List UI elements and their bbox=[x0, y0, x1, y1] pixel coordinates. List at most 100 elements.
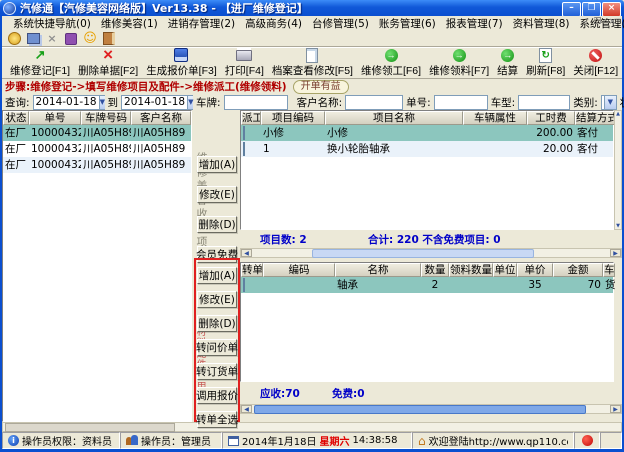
close-button[interactable]: × bbox=[602, 2, 621, 17]
pick-material-button[interactable]: 维修领料[F7] bbox=[425, 48, 493, 78]
part-add-button[interactable]: 增加(A) bbox=[197, 267, 237, 284]
chevron-down-icon[interactable]: ▼ bbox=[604, 96, 616, 109]
status-indicator bbox=[574, 432, 600, 449]
table-row[interactable]: 小修 小修 200.00 客付 bbox=[241, 125, 613, 141]
order-label: 单号: bbox=[406, 95, 431, 110]
status-welcome: 欢迎登陆http://www.qp110.com bbox=[412, 432, 574, 449]
col-part-code: 编码 bbox=[263, 263, 335, 277]
window-horizontal-scrollbar[interactable] bbox=[2, 422, 622, 432]
minimize-button[interactable]: – bbox=[562, 2, 581, 17]
status-datetime: 2014年1月18日 星期六 14:38:58 bbox=[222, 432, 412, 449]
mdi-window-controls[interactable]: – ❐ × bbox=[582, 17, 618, 27]
settle-button[interactable]: 结算 bbox=[493, 48, 522, 78]
scroll-thumb[interactable] bbox=[5, 423, 175, 432]
repair-register-button[interactable]: 维修登记[F1] bbox=[6, 48, 74, 78]
menu-item-business[interactable]: 高级商务(4) bbox=[240, 16, 307, 31]
scroll-right-icon[interactable]: ▶ bbox=[610, 405, 621, 413]
parts-header-row: 转单 编码 名称 数量 领料数量 单位 单价 金额 车 bbox=[241, 263, 613, 277]
delete-bill-button[interactable]: 删除单据[F2] bbox=[74, 48, 142, 78]
parts-horizontal-scrollbar[interactable]: ◀ ▶ bbox=[240, 404, 622, 414]
menu-item-repair[interactable]: 维修美容(1) bbox=[96, 16, 163, 31]
query-bar: 查询: 2014-01-18 ▼ 到 2014-01-18 ▼ 车牌: 客户名称… bbox=[2, 94, 622, 110]
step-text: 步骤:维修登记->填写维修项目及配件->维修派工(维修领料) bbox=[5, 79, 287, 94]
query-label: 查询: bbox=[5, 95, 30, 110]
parts-summary: 应收:70 免费:0 bbox=[240, 386, 614, 400]
delete-bill-icon bbox=[100, 48, 116, 62]
dispatch-checkbox[interactable] bbox=[243, 126, 245, 140]
archive-view-icon bbox=[304, 48, 320, 62]
items-horizontal-scrollbar[interactable]: ◀ ▶ bbox=[240, 248, 622, 258]
col-order-no: 单号 bbox=[29, 111, 81, 125]
parts-button-group: 增加(A) 修改(E) 删除(D) 转问价单 转订货单 调用报价 转单全选 bbox=[194, 258, 240, 422]
menu-item-reports[interactable]: 报表管理(7) bbox=[441, 16, 508, 31]
coins-icon[interactable] bbox=[7, 32, 21, 45]
items-vertical-scrollbar[interactable]: ▲ ▼ bbox=[614, 110, 622, 230]
scroll-thumb[interactable] bbox=[254, 405, 586, 414]
scroll-left-icon[interactable]: ◀ bbox=[241, 249, 252, 257]
transfer-checkbox[interactable] bbox=[243, 278, 245, 292]
col-plate: 车牌号码 bbox=[81, 111, 131, 125]
scroll-left-icon[interactable]: ◀ bbox=[241, 405, 252, 413]
window-controls: – ❐ × bbox=[562, 2, 621, 17]
order-input[interactable] bbox=[434, 95, 488, 110]
status-operator: 操作员：管理员 bbox=[120, 432, 222, 449]
item-add-button[interactable]: 增加(A) bbox=[197, 156, 237, 173]
items-count: 项目数: 2 bbox=[260, 232, 307, 247]
make-quote-button[interactable]: 生成报价单[F3] bbox=[142, 48, 221, 78]
archive-view-button[interactable]: 档案查看修改[F5] bbox=[268, 48, 357, 78]
table-row[interactable]: 轴承 2 35 70 货车 bbox=[241, 277, 613, 293]
exit-door-icon[interactable] bbox=[102, 32, 116, 45]
chevron-down-icon[interactable]: ▼ bbox=[187, 96, 193, 109]
item-delete-button[interactable]: 删除(D) bbox=[197, 216, 237, 233]
table-row[interactable]: 在厂 100004326 川A05H89 川A05H89 bbox=[3, 157, 191, 173]
table-row[interactable]: 在厂 100004328 川A05H89 川A05H89 bbox=[3, 125, 191, 141]
assign-work-button[interactable]: 维修领工[F6] bbox=[357, 48, 425, 78]
col-item-code: 项目编码 bbox=[261, 111, 325, 125]
menu-item-workbench[interactable]: 台修管理(5) bbox=[307, 16, 374, 31]
menu-item-data[interactable]: 资料管理(8) bbox=[508, 16, 575, 31]
menu-item-nav[interactable]: 系统快捷导航(0) bbox=[8, 16, 96, 31]
plate-input[interactable] bbox=[224, 95, 288, 110]
status-permission: 操作员权限：资料员 bbox=[2, 432, 120, 449]
menu-item-inventory[interactable]: 进销存管理(2) bbox=[163, 16, 240, 31]
repair-register-icon bbox=[32, 48, 48, 62]
dispatch-checkbox[interactable] bbox=[243, 142, 245, 156]
assign-work-icon bbox=[383, 48, 399, 62]
cross-icon[interactable]: × bbox=[45, 32, 59, 45]
open-bill-button[interactable]: 开单有益 bbox=[293, 80, 349, 94]
restore-button[interactable]: ❐ bbox=[582, 2, 601, 17]
customer-input[interactable] bbox=[345, 95, 403, 110]
category-select[interactable]: ▼ bbox=[601, 95, 617, 110]
free-total: 免费:0 bbox=[332, 386, 365, 401]
part-delete-button[interactable]: 删除(D) bbox=[197, 315, 237, 332]
cards-icon[interactable] bbox=[26, 32, 40, 45]
close-form-button[interactable]: 关闭[F12] bbox=[569, 48, 622, 78]
table-row[interactable]: 在厂 100004327 川A05H89 川A05H89 bbox=[3, 141, 191, 157]
right-panel: 派工 项目编码 项目名称 车辆属性 工时费 结算方式 小修 小修 200.00 … bbox=[240, 110, 622, 422]
col-price: 单价 bbox=[517, 263, 553, 277]
smiley-icon[interactable]: ☺ bbox=[83, 32, 97, 45]
to-purchase-order-button[interactable]: 转订货单 bbox=[197, 363, 237, 380]
title-bar: 汽修通【汽修美容网络版】Ver13.38 - 【进厂维修登记】 – ❐ × bbox=[0, 0, 624, 16]
home-icon bbox=[418, 435, 426, 447]
load-quote-button[interactable]: 调用报价 bbox=[197, 387, 237, 404]
print-button[interactable]: 打印[F4] bbox=[221, 48, 268, 78]
table-row[interactable]: 1 换小轮胎轴承 20.00 客付 bbox=[241, 141, 613, 157]
scroll-right-icon[interactable]: ▶ bbox=[610, 249, 621, 257]
middle-panel: 维修美容收费项目 增加(A) 修改(E) 删除(D) 会员免费 材料配件领用 增… bbox=[192, 110, 240, 422]
refresh-button[interactable]: 刷新[F8] bbox=[522, 48, 569, 78]
col-dispatch: 派工 bbox=[241, 111, 261, 125]
chevron-down-icon[interactable]: ▼ bbox=[99, 96, 105, 109]
date-from-picker[interactable]: 2014-01-18 ▼ bbox=[33, 95, 105, 110]
item-edit-button[interactable]: 修改(E) bbox=[197, 186, 237, 203]
scroll-thumb[interactable] bbox=[312, 249, 534, 258]
to-inquiry-button[interactable]: 转问价单 bbox=[197, 339, 237, 356]
model-input[interactable] bbox=[518, 95, 570, 110]
select-all-transfer-button[interactable]: 转单全选 bbox=[197, 411, 237, 428]
print-icon bbox=[236, 48, 252, 62]
welcome-link[interactable]: 欢迎登陆http://www.qp110.com bbox=[429, 433, 568, 448]
menu-item-accounting[interactable]: 账务管理(6) bbox=[374, 16, 441, 31]
date-to-picker[interactable]: 2014-01-18 ▼ bbox=[121, 95, 193, 110]
stamp-icon[interactable] bbox=[64, 32, 78, 45]
part-edit-button[interactable]: 修改(E) bbox=[197, 291, 237, 308]
